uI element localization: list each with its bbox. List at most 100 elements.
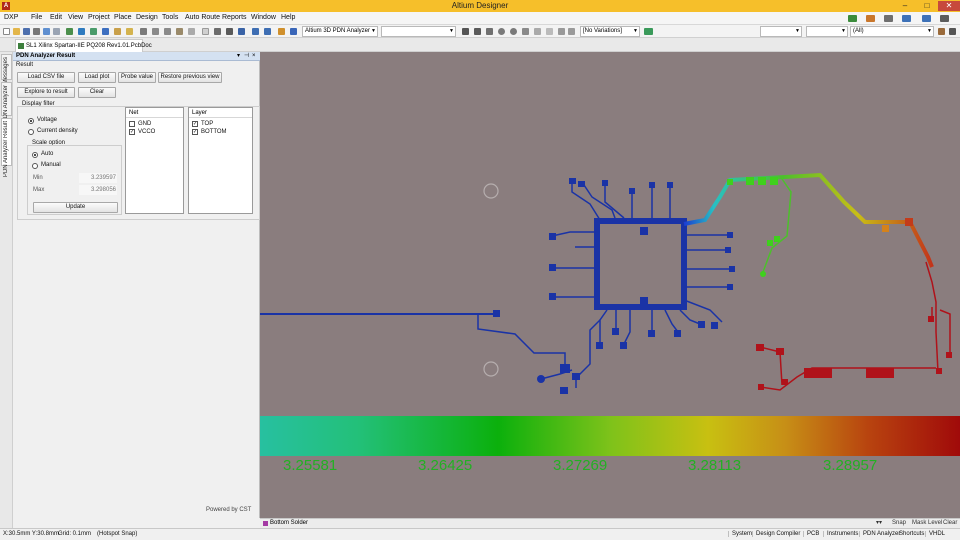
status-pcb[interactable]: PCB bbox=[803, 531, 819, 537]
net-gnd-checkbox[interactable] bbox=[129, 121, 135, 127]
status-vhdl[interactable]: VHDL bbox=[925, 531, 945, 537]
save-icon[interactable] bbox=[23, 28, 30, 35]
filter-type-combo[interactable]: ▼ bbox=[760, 26, 802, 37]
settings-icon[interactable] bbox=[884, 15, 893, 22]
select-area-icon[interactable] bbox=[202, 28, 209, 35]
panel-menu-icon[interactable]: ▾ bbox=[237, 52, 240, 61]
cut-icon[interactable] bbox=[152, 28, 159, 35]
component-icon[interactable] bbox=[102, 28, 109, 35]
menu-dxp[interactable]: DXP bbox=[4, 14, 18, 21]
menu-view[interactable]: View bbox=[68, 14, 83, 21]
maximize-button[interactable]: □ bbox=[916, 1, 938, 11]
clear-mask-button[interactable]: Clear bbox=[943, 519, 957, 528]
folder-icon[interactable] bbox=[126, 28, 133, 35]
layer-icon[interactable] bbox=[90, 28, 97, 35]
menu-edit[interactable]: Edit bbox=[50, 14, 62, 21]
clear-button[interactable]: Clear bbox=[78, 87, 116, 98]
layer-list[interactable]: Layer ✓ TOP ✓ BOTTOM bbox=[188, 107, 253, 214]
layer-top-checkbox[interactable]: ✓ bbox=[192, 121, 198, 127]
pcb-canvas[interactable]: 3.25581 3.26425 3.27269 3.28113 3.28957 bbox=[260, 52, 960, 518]
menu-reports[interactable]: Reports bbox=[222, 14, 247, 21]
new-file-icon[interactable] bbox=[3, 28, 10, 35]
undo-icon[interactable] bbox=[252, 28, 259, 35]
manual-radio[interactable] bbox=[32, 163, 38, 169]
mask-level-button[interactable]: Mask Level bbox=[912, 519, 942, 528]
menu-file[interactable]: File bbox=[31, 14, 42, 21]
route-icon[interactable] bbox=[462, 28, 469, 35]
status-system[interactable]: System bbox=[728, 531, 752, 537]
auto-radio[interactable] bbox=[32, 152, 38, 158]
diff-pair-icon[interactable] bbox=[486, 28, 493, 35]
window-icon[interactable] bbox=[922, 15, 931, 22]
probe-value-button[interactable]: Probe value bbox=[118, 72, 156, 83]
filter-scope-combo[interactable]: ▼ bbox=[806, 26, 848, 37]
menu-window[interactable]: Window bbox=[251, 14, 276, 21]
restore-view-button[interactable]: Restore previous view bbox=[158, 72, 222, 83]
list-icon[interactable] bbox=[940, 15, 949, 22]
status-instruments[interactable]: Instruments bbox=[823, 531, 858, 537]
zoom-icon[interactable] bbox=[43, 28, 50, 35]
layer-tab-bottom-solder[interactable]: Bottom Solder bbox=[262, 519, 312, 528]
arc-icon[interactable] bbox=[522, 28, 529, 35]
interactive-route-icon[interactable] bbox=[474, 28, 481, 35]
explore-result-button[interactable]: Explore to result bbox=[17, 87, 75, 98]
status-design-compiler[interactable]: Design Compiler bbox=[752, 531, 800, 537]
close-button[interactable]: ✕ bbox=[938, 1, 960, 11]
status-pdn-analyzer[interactable]: PDN Analyzer bbox=[859, 531, 900, 537]
menu-place[interactable]: Place bbox=[114, 14, 132, 21]
panel-close-icon[interactable]: × bbox=[252, 52, 256, 61]
menu-auto-route[interactable]: Auto Route bbox=[185, 14, 220, 21]
board-icon[interactable] bbox=[78, 28, 85, 35]
select-icon[interactable] bbox=[140, 28, 147, 35]
tab-messages[interactable]: Messages bbox=[1, 54, 12, 84]
report-icon[interactable] bbox=[866, 15, 875, 22]
design-combo[interactable]: ▼ bbox=[381, 26, 456, 37]
net-list[interactable]: Net GND ✓ VCCO bbox=[125, 107, 184, 214]
voltage-radio[interactable] bbox=[28, 118, 34, 124]
snap-button[interactable]: Snap bbox=[892, 519, 906, 528]
move-icon[interactable] bbox=[214, 28, 221, 35]
print-icon[interactable] bbox=[33, 28, 40, 35]
zoom-area-icon[interactable] bbox=[53, 28, 60, 35]
pad-icon[interactable] bbox=[498, 28, 505, 35]
layout-icon[interactable] bbox=[902, 15, 911, 22]
3d-view-icon[interactable] bbox=[66, 28, 73, 35]
via-icon[interactable] bbox=[510, 28, 517, 35]
tab-pdn-analyzer-result[interactable]: PDN Analyzer Result bbox=[1, 118, 12, 177]
variant-icon[interactable] bbox=[644, 28, 653, 35]
redo-icon[interactable] bbox=[264, 28, 271, 35]
string-icon[interactable] bbox=[558, 28, 565, 35]
filter-clear-icon[interactable] bbox=[949, 28, 956, 35]
open-folder-icon[interactable] bbox=[13, 28, 20, 35]
view-combo[interactable]: Altium 3D PDN Analyzer ▼ bbox=[302, 26, 378, 37]
tab-pdn-analyzer[interactable]: PDN Analyzer bbox=[1, 82, 12, 122]
menu-project[interactable]: Project bbox=[88, 14, 110, 21]
menu-tools[interactable]: Tools bbox=[162, 14, 178, 21]
load-plot-button[interactable]: Load plot bbox=[78, 72, 116, 83]
help-icon[interactable] bbox=[290, 28, 297, 35]
copy-icon[interactable] bbox=[164, 28, 171, 35]
paste-icon[interactable] bbox=[176, 28, 183, 35]
layer-filter-icon[interactable]: ▾▾ bbox=[876, 519, 882, 528]
graph-icon[interactable] bbox=[848, 15, 857, 22]
filter-apply-icon[interactable] bbox=[938, 28, 945, 35]
update-button[interactable]: Update bbox=[33, 202, 118, 213]
pencil-icon[interactable] bbox=[278, 28, 285, 35]
variations-combo[interactable]: [No Variations] ▼ bbox=[580, 26, 640, 37]
document-tab[interactable]: SL1 Xilinx Spartan-IIE PQ208 Rev1.01.Pcb… bbox=[15, 39, 152, 52]
status-shortcuts[interactable]: Shortcuts bbox=[899, 531, 924, 537]
dimension-icon[interactable] bbox=[568, 28, 575, 35]
fill-icon[interactable] bbox=[534, 28, 541, 35]
pin-icon[interactable]: ⊣ bbox=[244, 52, 249, 61]
cross-probe-icon[interactable] bbox=[238, 28, 245, 35]
rubber-stamp-icon[interactable] bbox=[188, 28, 195, 35]
minimize-button[interactable]: – bbox=[894, 1, 916, 11]
menu-help[interactable]: Help bbox=[281, 14, 295, 21]
current-density-radio[interactable] bbox=[28, 129, 34, 135]
filter-combo[interactable]: (All) ▼ bbox=[850, 26, 934, 37]
net-vcco-checkbox[interactable]: ✓ bbox=[129, 129, 135, 135]
polygon-icon[interactable] bbox=[546, 28, 553, 35]
load-csv-button[interactable]: Load CSV file bbox=[17, 72, 75, 83]
layer-bottom-checkbox[interactable]: ✓ bbox=[192, 129, 198, 135]
deselect-icon[interactable] bbox=[226, 28, 233, 35]
